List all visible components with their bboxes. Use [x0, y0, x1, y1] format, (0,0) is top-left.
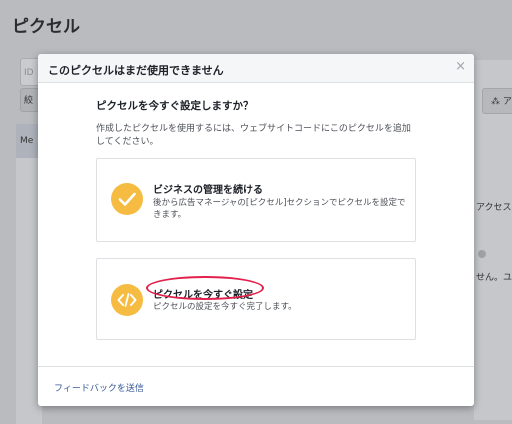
share-icon: ⁂	[491, 97, 500, 107]
dialog-header: このピクセルはまだ使用できません ×	[38, 54, 474, 83]
close-icon[interactable]: ×	[455, 59, 466, 74]
option-title: ビジネスの管理を続ける	[153, 185, 263, 196]
question-description: 作成したピクセルを使用するには、ウェブサイトコードにこのピクセルを追加してくださ…	[96, 124, 411, 147]
dialog-title: このピクセルはまだ使用できません	[48, 64, 224, 77]
option-description: ピクセルの設定を今すぐ完了します。	[153, 302, 297, 312]
right-action-button[interactable]: ⁂ ア	[482, 88, 512, 114]
option-description: 後から広告マネージャの[ピクセル]セクションでピクセルを設定できます。	[153, 198, 406, 220]
code-icon	[111, 284, 143, 316]
send-feedback-link[interactable]: フィードバックを送信	[54, 381, 144, 394]
highlight-ellipse	[146, 276, 264, 300]
option-setup-pixel-now-card[interactable]: ピクセルを今すぐ設定 ピクセルの設定を今すぐ完了します。	[96, 258, 416, 340]
right-action-label: ア	[502, 97, 512, 107]
user-icon	[478, 250, 486, 258]
right-panel-text: アクセス	[476, 203, 512, 213]
question-heading: ピクセルを今すぐ設定しますか？	[96, 100, 254, 112]
pixel-setup-dialog: このピクセルはまだ使用できません × ピクセルを今すぐ設定しますか？ 作成したピ…	[38, 54, 474, 406]
checkmark-icon	[111, 183, 143, 215]
option-continue-business-card[interactable]: ビジネスの管理を続ける 後から広告マネージャの[ピクセル]セクションでピクセルを…	[96, 158, 416, 242]
right-panel-text-2: せん。ユ	[476, 273, 512, 283]
dialog-footer: フィードバックを送信	[38, 366, 474, 407]
dialog-body: ピクセルを今すぐ設定しますか？ 作成したピクセルを使用するには、ウェブサイトコー…	[96, 98, 416, 149]
page-title: ピクセル	[12, 17, 80, 37]
